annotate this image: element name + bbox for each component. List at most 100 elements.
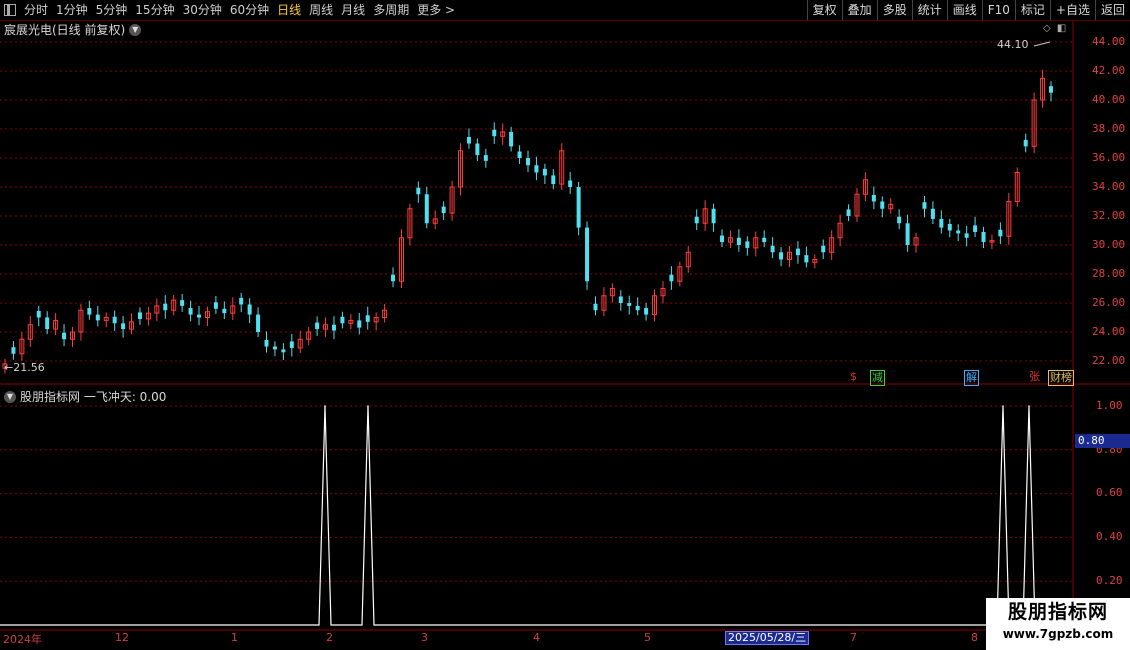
indicator-tick: 0.60	[1096, 486, 1123, 499]
time-axis: 2024年 12 1 2 3 4 5 2025/05/28/三 7 8	[0, 631, 985, 646]
indicator-tick: 0.40	[1096, 530, 1123, 543]
candle-body	[745, 241, 750, 248]
event-reduce[interactable]: 减	[870, 370, 885, 386]
price-tick: 26.00	[1092, 296, 1126, 309]
candle-body	[517, 151, 522, 158]
candle-body	[466, 136, 471, 144]
event-finance[interactable]: 财榜	[1048, 370, 1074, 386]
candle-body	[137, 312, 142, 319]
signal-peak	[1002, 405, 1004, 407]
high-arrow-line	[1033, 41, 1051, 47]
candle-body	[340, 316, 345, 324]
time-tick: 8	[971, 631, 978, 644]
candle-body	[947, 223, 952, 231]
candle-body	[534, 165, 539, 173]
candle-body	[95, 314, 100, 321]
candle-body	[720, 235, 725, 243]
candle-body	[795, 248, 800, 256]
candle-body	[821, 245, 826, 253]
candle-body	[770, 245, 775, 253]
candle-body	[424, 194, 429, 224]
candle-body	[11, 347, 16, 354]
candle-body	[779, 252, 784, 260]
price-tick: 28.00	[1092, 267, 1126, 280]
indicator-tick: 1.00	[1096, 399, 1123, 412]
candle-body	[416, 187, 421, 195]
candle-body	[981, 231, 986, 243]
event-dividend[interactable]: $	[849, 370, 858, 384]
time-tick: 5	[644, 631, 651, 644]
time-tick: 12	[115, 631, 129, 644]
candle-body	[694, 216, 699, 224]
candle-body	[87, 308, 92, 315]
candle-body	[576, 187, 581, 228]
candle-body	[315, 322, 320, 330]
candle-body	[357, 320, 362, 328]
candle-body	[1023, 139, 1028, 147]
candle-body	[964, 233, 969, 238]
candle-body	[973, 225, 978, 232]
candle-body	[939, 218, 944, 228]
candle-body	[542, 168, 547, 176]
candle-body	[593, 303, 598, 311]
candle-body	[36, 310, 41, 318]
candle-body	[880, 201, 885, 209]
candle-body	[526, 158, 530, 166]
indicator-tick: 0.20	[1096, 574, 1123, 587]
candle-body	[585, 227, 590, 282]
grid-lines	[0, 41, 1073, 582]
time-tick: 4	[533, 631, 540, 644]
watermark-title: 股朋指标网	[1007, 601, 1108, 623]
stock-name-label: 宸展光电(日线 前复权)	[4, 23, 126, 37]
candle-body	[871, 194, 876, 202]
time-tick: 2024年	[3, 633, 42, 646]
signal-peak	[324, 405, 326, 407]
chevron-down-icon[interactable]: ▼	[4, 390, 16, 403]
candle-body	[45, 317, 50, 330]
cursor-date-box: 2025/05/28/三	[725, 631, 810, 645]
candle-body	[289, 341, 294, 348]
price-tick: 32.00	[1092, 209, 1126, 222]
candle-body	[736, 237, 741, 245]
signal-peak	[367, 405, 369, 407]
event-limit-up[interactable]: 张	[1028, 370, 1041, 384]
indicator-name-label: 股朋指标网 一飞冲天: 0.00	[20, 390, 167, 404]
candle-body	[112, 316, 117, 324]
price-tick: 24.00	[1092, 325, 1126, 338]
indicator-title: ▼ 股朋指标网 一飞冲天: 0.00	[4, 388, 166, 405]
candle-body	[213, 302, 218, 309]
time-tick: 7	[850, 631, 857, 644]
candle-body	[922, 202, 927, 209]
candle-body	[256, 314, 261, 332]
event-unlock[interactable]: 解	[964, 370, 979, 386]
price-tick: 42.00	[1092, 64, 1126, 77]
kline-chart[interactable]	[0, 0, 1130, 650]
time-tick: 2	[326, 631, 333, 644]
candle-body	[180, 300, 185, 306]
panel-toggle-icon[interactable]: ◧	[1057, 23, 1066, 34]
candle-body	[391, 274, 396, 282]
candle-body	[247, 304, 252, 315]
candle-body	[635, 305, 640, 311]
stock-title: 宸展光电(日线 前复权) ▼	[4, 21, 142, 38]
candle-body	[762, 237, 767, 243]
candle-body	[492, 129, 497, 137]
candles-group	[2, 69, 1053, 374]
candle-body	[239, 297, 244, 305]
candle-body	[930, 208, 935, 219]
chevron-down-icon[interactable]: ▼	[129, 23, 142, 36]
candle-body	[669, 274, 674, 282]
price-tick: 40.00	[1092, 93, 1126, 106]
watermark-url: www.7gpzb.com	[1002, 627, 1114, 641]
candle-body	[197, 314, 202, 318]
candle-body	[222, 308, 227, 314]
signal-peak	[1028, 405, 1030, 407]
candle-body	[365, 315, 370, 322]
high-price-marker: 44.10	[997, 38, 1029, 51]
candle-body	[644, 308, 649, 315]
low-price-marker: ←21.56	[4, 361, 45, 374]
candle-body	[509, 131, 514, 147]
diamond-icon[interactable]: ◇	[1043, 23, 1051, 34]
candle-body	[1049, 86, 1053, 93]
candle-body	[618, 296, 623, 303]
